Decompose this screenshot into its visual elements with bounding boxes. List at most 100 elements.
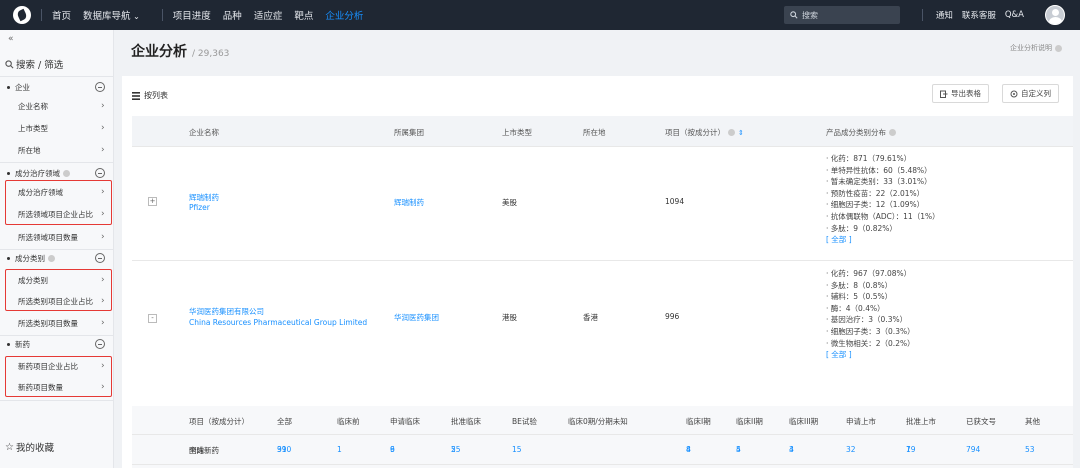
sub-cell[interactable]: 2 xyxy=(451,445,456,454)
listing-type: 港股 xyxy=(502,313,517,322)
total-count: / 29,363 xyxy=(192,49,230,59)
sub-col-apply-clinical: 申请临床 xyxy=(390,417,420,426)
search-placeholder: 搜索 xyxy=(802,10,818,20)
notification-link[interactable]: 通知 xyxy=(936,9,953,21)
nav-progress[interactable]: 项目进度 xyxy=(173,8,211,22)
filter-location[interactable]: 所在地 › xyxy=(0,140,114,160)
filter-category-project-count[interactable]: 所选类别项目数量 › xyxy=(0,313,114,333)
highlight-box xyxy=(5,356,112,397)
top-nav: 首页 数据库导航 项目进度 品种 适应症 靶点 企业分析 xyxy=(0,0,1080,30)
sub-col-preclinical: 临床前 xyxy=(337,417,360,426)
chevron-right-icon: › xyxy=(101,145,105,155)
sub-col-phase0: 临床0期/分期未知 xyxy=(568,417,628,426)
col-group: 所属集团 xyxy=(394,128,424,137)
filter-group-label: 新药 xyxy=(15,340,30,349)
collapse-group-icon[interactable] xyxy=(95,82,105,92)
company-group[interactable]: 华润医药集团 xyxy=(394,312,439,323)
chevron-right-icon: › xyxy=(101,101,105,111)
collapse-sidebar-icon[interactable]: « xyxy=(8,34,14,44)
table-header: 企业名称 所属集团 上市类型 所在地 项目（按成分计） ⇕ 产品成分类别分布 xyxy=(132,116,1073,146)
logo-icon[interactable] xyxy=(13,6,31,24)
help-icon[interactable] xyxy=(48,255,55,262)
list-view-toggle[interactable]: 按列表 xyxy=(132,90,168,101)
filter-listing-type[interactable]: 上市类型 › xyxy=(0,118,114,138)
sidebar-search-label: 搜索 / 筛选 xyxy=(16,60,64,71)
page-title: 企业分析 / 29,363 xyxy=(131,44,230,60)
sub-cell[interactable]: 7 xyxy=(906,445,911,454)
listing-type: 美股 xyxy=(502,198,517,207)
company-group[interactable]: 辉瑞制药 xyxy=(394,197,424,208)
top-right-links: 通知 联系客服 Q&A xyxy=(921,0,1024,30)
filter-company-name[interactable]: 企业名称 › xyxy=(0,96,114,116)
collapse-group-icon[interactable] xyxy=(95,253,105,263)
nav-variety[interactable]: 品种 xyxy=(223,8,242,22)
filter-group-label: 成分治疗领域 xyxy=(15,169,60,178)
nav-database[interactable]: 数据库导航 xyxy=(83,8,140,22)
col-location: 所在地 xyxy=(583,128,606,137)
collapse-group-icon[interactable] xyxy=(95,339,105,349)
location: 香港 xyxy=(583,313,598,322)
customize-columns-button[interactable]: 自定义列 xyxy=(1002,84,1059,103)
nav-company-analysis[interactable]: 企业分析 xyxy=(325,8,363,22)
sub-col-phase2: 临床II期 xyxy=(736,417,763,426)
sub-col-other: 其他 xyxy=(1025,417,1040,426)
filter-group-category[interactable]: 成分类别 xyxy=(7,253,55,264)
company-name-en[interactable]: China Resources Pharmaceutical Group Lim… xyxy=(189,318,367,327)
star-icon: ☆ xyxy=(5,441,14,453)
sidebar: « 搜索 / 筛选 企业 企业名称 › 上市类型 › 所在地 › 成分治疗领域 成分治… xyxy=(0,30,114,468)
project-count: 1094 xyxy=(665,197,685,206)
gear-icon xyxy=(1010,90,1018,97)
sub-col-phase3: 临床III期 xyxy=(789,417,819,426)
sub-row-label: 全球新药 xyxy=(189,446,219,455)
help-icon xyxy=(728,129,735,136)
filter-group-therapeutic-area[interactable]: 成分治疗领域 xyxy=(7,168,70,179)
support-link[interactable]: 联系客服 xyxy=(962,9,996,21)
help-icon[interactable] xyxy=(63,170,70,177)
col-listing-type: 上市类型 xyxy=(502,128,532,137)
sub-col-label: 项目（按成分计） xyxy=(189,417,249,426)
page-help-link[interactable]: 企业分析说明 xyxy=(1010,43,1062,53)
filter-group-label: 成分类别 xyxy=(15,254,45,263)
sub-cell[interactable]: 5 xyxy=(736,445,741,454)
nav-home[interactable]: 首页 xyxy=(52,8,71,22)
sidebar-search-filter[interactable]: 搜索 / 筛选 xyxy=(5,57,63,71)
export-icon xyxy=(940,90,948,98)
sub-col-all: 全部 xyxy=(277,417,292,426)
filter-group-label: 企业 xyxy=(15,83,30,92)
sub-cell[interactable]: 4 xyxy=(686,445,691,454)
avatar[interactable] xyxy=(1045,5,1065,25)
company-name-en[interactable]: Pfizer xyxy=(189,203,210,212)
company-name-cn[interactable]: 辉瑞制药 xyxy=(189,192,219,203)
company-name-cn[interactable]: 华润医药集团有限公司 xyxy=(189,306,264,317)
filter-group-new-drug[interactable]: 新药 xyxy=(7,339,30,350)
chevron-right-icon: › xyxy=(101,123,105,133)
show-all-link[interactable]: [ 全部 ] xyxy=(826,349,915,361)
qa-link[interactable]: Q&A xyxy=(1005,10,1024,20)
highlight-box xyxy=(5,180,112,225)
sub-col-approved-clinical: 批准临床 xyxy=(451,417,481,426)
filter-group-company[interactable]: 企业 xyxy=(7,82,30,93)
sort-icon[interactable]: ⇕ xyxy=(738,129,744,137)
col-projects[interactable]: 项目（按成分计） ⇕ xyxy=(665,127,744,138)
show-all-link[interactable]: [ 全部 ] xyxy=(826,234,940,246)
my-favorites[interactable]: ☆ 我的收藏 xyxy=(5,440,54,455)
search-input[interactable]: 搜索 xyxy=(784,6,900,24)
nav-target[interactable]: 靶点 xyxy=(294,8,313,22)
search-icon xyxy=(790,11,798,19)
export-table-button[interactable]: 导出表格 xyxy=(932,84,989,103)
collapse-group-icon[interactable] xyxy=(95,168,105,178)
help-icon xyxy=(889,129,896,136)
nav-indication[interactable]: 适应症 xyxy=(254,8,283,22)
sub-col-phase1: 临床I期 xyxy=(686,417,711,426)
help-icon xyxy=(1055,44,1062,52)
filter-area-project-count[interactable]: 所选领域项目数量 › xyxy=(0,227,114,247)
sub-cell[interactable]: 1 xyxy=(337,445,342,454)
sub-cell[interactable]: 9 xyxy=(390,445,395,454)
sub-cell[interactable]: 3 xyxy=(789,445,794,454)
collapse-row-icon[interactable]: - xyxy=(148,314,157,323)
col-company-name: 企业名称 xyxy=(189,128,219,137)
sub-cell[interactable]: 31 xyxy=(277,445,287,454)
highlight-box xyxy=(5,269,112,311)
expand-row-icon[interactable]: + xyxy=(148,197,157,206)
sub-col-approved-market: 批准上市 xyxy=(906,417,936,426)
